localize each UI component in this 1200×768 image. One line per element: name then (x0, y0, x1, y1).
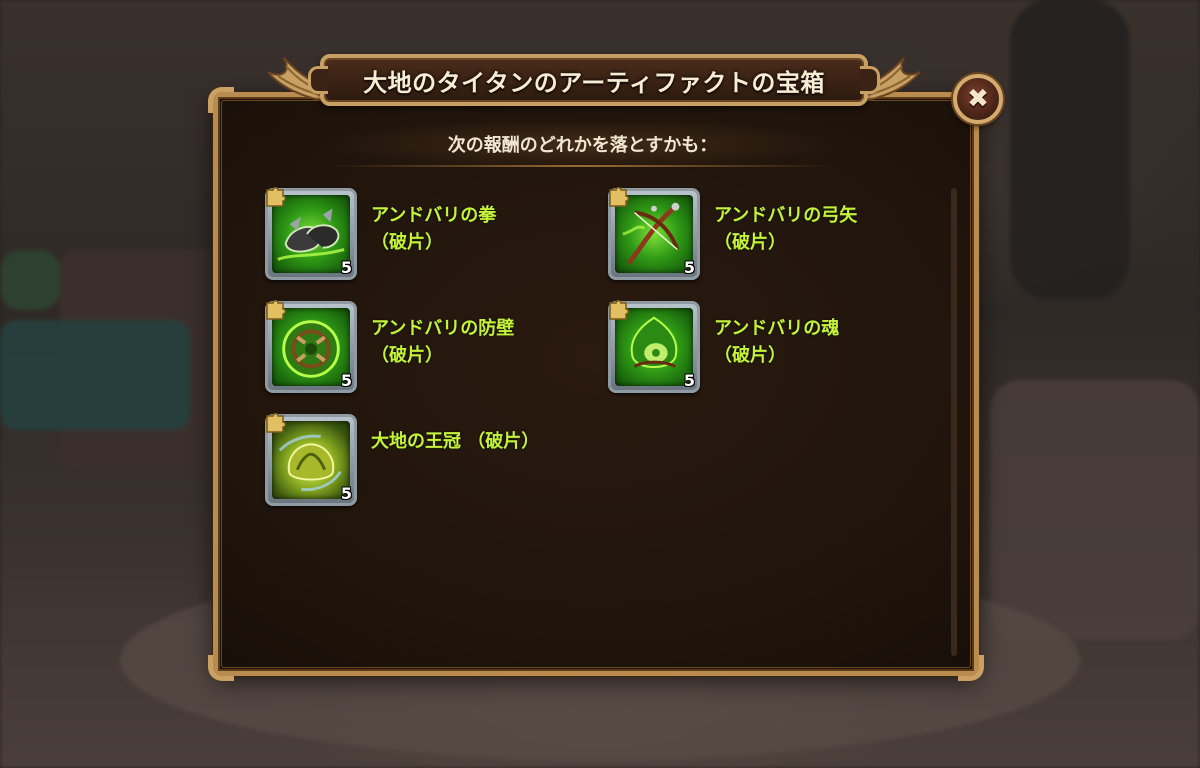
close-button[interactable]: ✖ (953, 74, 1003, 124)
reward-icon-frame[interactable]: 5 (265, 187, 357, 280)
frame-corner (208, 655, 234, 681)
reward-fragment-text: （破片） (714, 232, 786, 253)
title-plate: 大地のタイタンのアーティファクトの宝箱 (308, 54, 880, 106)
fragment-puzzle-icon (609, 300, 629, 320)
reward-icon-frame[interactable]: 5 (265, 300, 357, 393)
scrollbar-thumb[interactable] (951, 188, 957, 656)
reward-count: 5 (340, 371, 352, 390)
reward-count: 5 (683, 371, 695, 390)
reward-item[interactable]: 5 アンドバリの防壁 （破片） (265, 300, 514, 393)
reward-fragment-text: （破片） (371, 232, 443, 253)
reward-icon-frame[interactable]: 5 (608, 300, 700, 393)
reward-fragment-text: （破片） (371, 345, 443, 366)
fragment-puzzle-icon (266, 187, 286, 207)
subtitle-divider (330, 165, 835, 167)
reward-count: 5 (340, 258, 352, 277)
reward-count: 5 (683, 258, 695, 277)
reward-fragment-text: （破片） (714, 345, 786, 366)
close-icon: ✖ (967, 84, 989, 114)
reward-name-text: アンドバリの拳 (371, 205, 497, 226)
fragment-puzzle-icon (609, 187, 629, 207)
title-banner: 大地のタイタンのアーティファクトの宝箱 (262, 40, 926, 120)
reward-name: アンドバリの拳 （破片） (371, 202, 496, 256)
reward-name: アンドバリの防壁 （破片） (371, 315, 514, 369)
reward-icon-frame[interactable]: 5 (608, 187, 700, 280)
reward-name-text: アンドバリの弓矢 (714, 205, 858, 226)
background-tree (1010, 0, 1130, 300)
reward-name-text: アンドバリの魂 (714, 318, 840, 339)
reward-item[interactable]: 5 大地の王冠 （破片） (265, 413, 539, 506)
reward-item[interactable]: 5 アンドバリの魂 （破片） (608, 300, 839, 393)
background-foliage (0, 250, 60, 310)
reward-name-text: 大地の王冠 （破片） (371, 431, 540, 452)
fragment-puzzle-icon (266, 413, 286, 433)
fragment-puzzle-icon (266, 300, 286, 320)
rewards-scrollbar[interactable] (951, 188, 957, 656)
background-roof (0, 320, 190, 430)
dialog-title: 大地のタイタンのアーティファクトの宝箱 (363, 68, 825, 97)
background-stone (990, 380, 1200, 640)
reward-item[interactable]: 5 アンドバリの弓矢 （破片） (608, 187, 857, 280)
reward-item[interactable]: 5 アンドバリの拳 （破片） (265, 187, 496, 280)
frame-corner (208, 87, 234, 113)
reward-name: アンドバリの弓矢 （破片） (714, 202, 857, 256)
reward-name: アンドバリの魂 （破片） (714, 315, 839, 369)
reward-count: 5 (340, 484, 352, 503)
rewards-subtitle: 次の報酬のどれかを落とすかも： (330, 124, 835, 164)
reward-icon-frame[interactable]: 5 (265, 413, 357, 506)
reward-name-text: アンドバリの防壁 (371, 318, 515, 339)
reward-name: 大地の王冠 （破片） (371, 428, 539, 455)
